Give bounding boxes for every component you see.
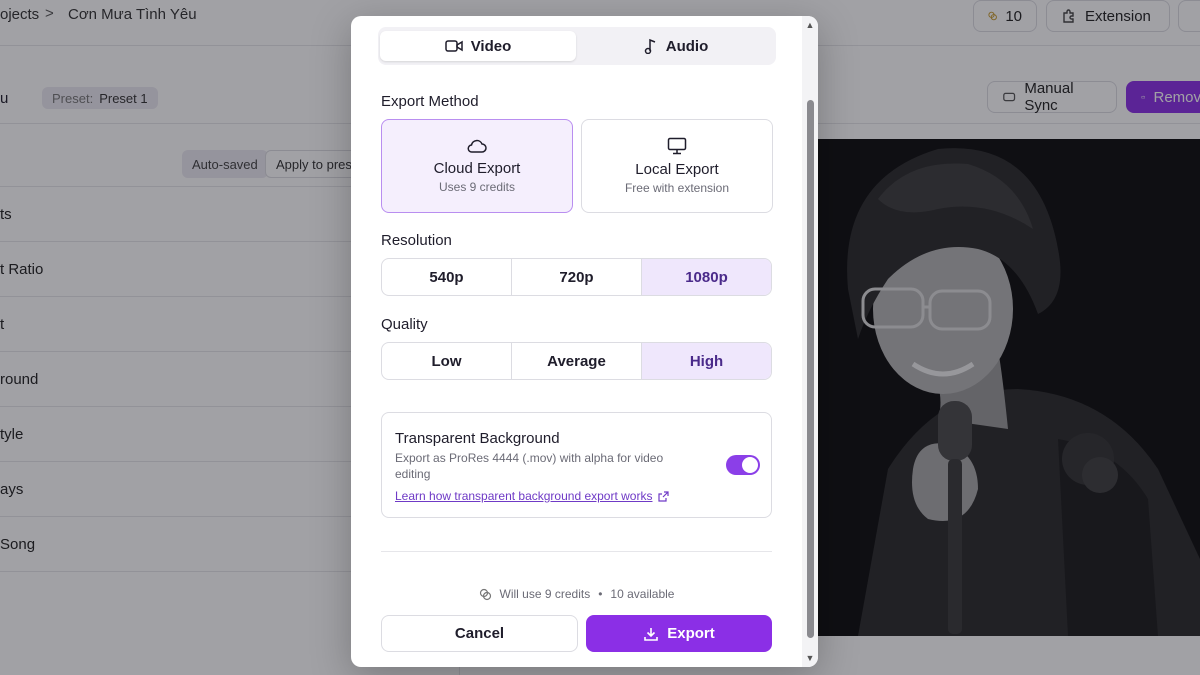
transparent-background-description: Export as ProRes 4444 (.mov) with alpha … — [395, 451, 664, 481]
coins-icon — [479, 588, 491, 600]
local-export-subtitle: Free with extension — [624, 181, 730, 195]
external-link-icon — [658, 490, 670, 502]
quality-option-low[interactable]: Low — [382, 343, 512, 379]
local-export-title: Local Export — [635, 161, 719, 178]
download-icon — [644, 627, 659, 641]
divider — [381, 551, 772, 552]
export-method-label: Export Method — [381, 93, 479, 110]
credits-summary: Will use 9 credits • 10 available — [351, 587, 802, 601]
export-label: Export — [667, 625, 715, 642]
quality-selector: Low Average High — [381, 342, 772, 380]
tab-audio-label: Audio — [665, 37, 709, 55]
music-note-icon — [644, 38, 656, 54]
quality-label: Quality — [381, 316, 428, 333]
video-camera-icon — [444, 40, 463, 52]
transparent-background-title: Transparent Background — [395, 430, 560, 447]
resolution-option-1080p[interactable]: 1080p — [642, 259, 771, 295]
credits-uses: Will use 9 credits — [499, 587, 591, 601]
transparent-background-learn-link[interactable]: Learn how transparent background export … — [395, 489, 670, 503]
resolution-label: Resolution — [381, 232, 452, 249]
resolution-selector: 540p 720p 1080p — [381, 258, 772, 296]
resolution-option-540p[interactable]: 540p — [382, 259, 512, 295]
scroll-thumb[interactable] — [807, 100, 814, 638]
cloud-export-title: Cloud Export — [433, 160, 521, 177]
modal-scrollbar[interactable]: ▲ ▼ — [802, 16, 818, 667]
transparent-background-card: Transparent Background Export as ProRes … — [381, 412, 772, 518]
tab-video[interactable]: Video — [380, 31, 576, 61]
tab-video-label: Video — [470, 37, 512, 55]
cloud-export-subtitle: Uses 9 credits — [438, 180, 516, 194]
scroll-down-icon[interactable]: ▼ — [805, 653, 815, 663]
cloud-export-option[interactable]: Cloud Export Uses 9 credits — [381, 119, 573, 213]
scroll-up-icon[interactable]: ▲ — [805, 20, 815, 30]
media-type-tabs: Video Audio — [378, 27, 776, 65]
export-modal: Video Audio Export Method Cloud Export U… — [351, 16, 818, 667]
credits-separator: • — [598, 587, 603, 601]
tab-audio[interactable]: Audio — [578, 31, 774, 61]
credits-available: 10 available — [610, 587, 675, 601]
transparent-background-toggle[interactable] — [726, 455, 760, 475]
export-button[interactable]: Export — [586, 615, 772, 652]
resolution-option-720p[interactable]: 720p — [512, 259, 642, 295]
cloud-icon — [467, 139, 487, 153]
cancel-button[interactable]: Cancel — [381, 615, 578, 652]
quality-option-average[interactable]: Average — [512, 343, 642, 379]
learn-link-text: Learn how transparent background export … — [395, 489, 653, 503]
quality-option-high[interactable]: High — [642, 343, 771, 379]
monitor-icon — [667, 137, 687, 155]
local-export-option[interactable]: Local Export Free with extension — [581, 119, 773, 213]
toggle-knob — [742, 457, 758, 473]
